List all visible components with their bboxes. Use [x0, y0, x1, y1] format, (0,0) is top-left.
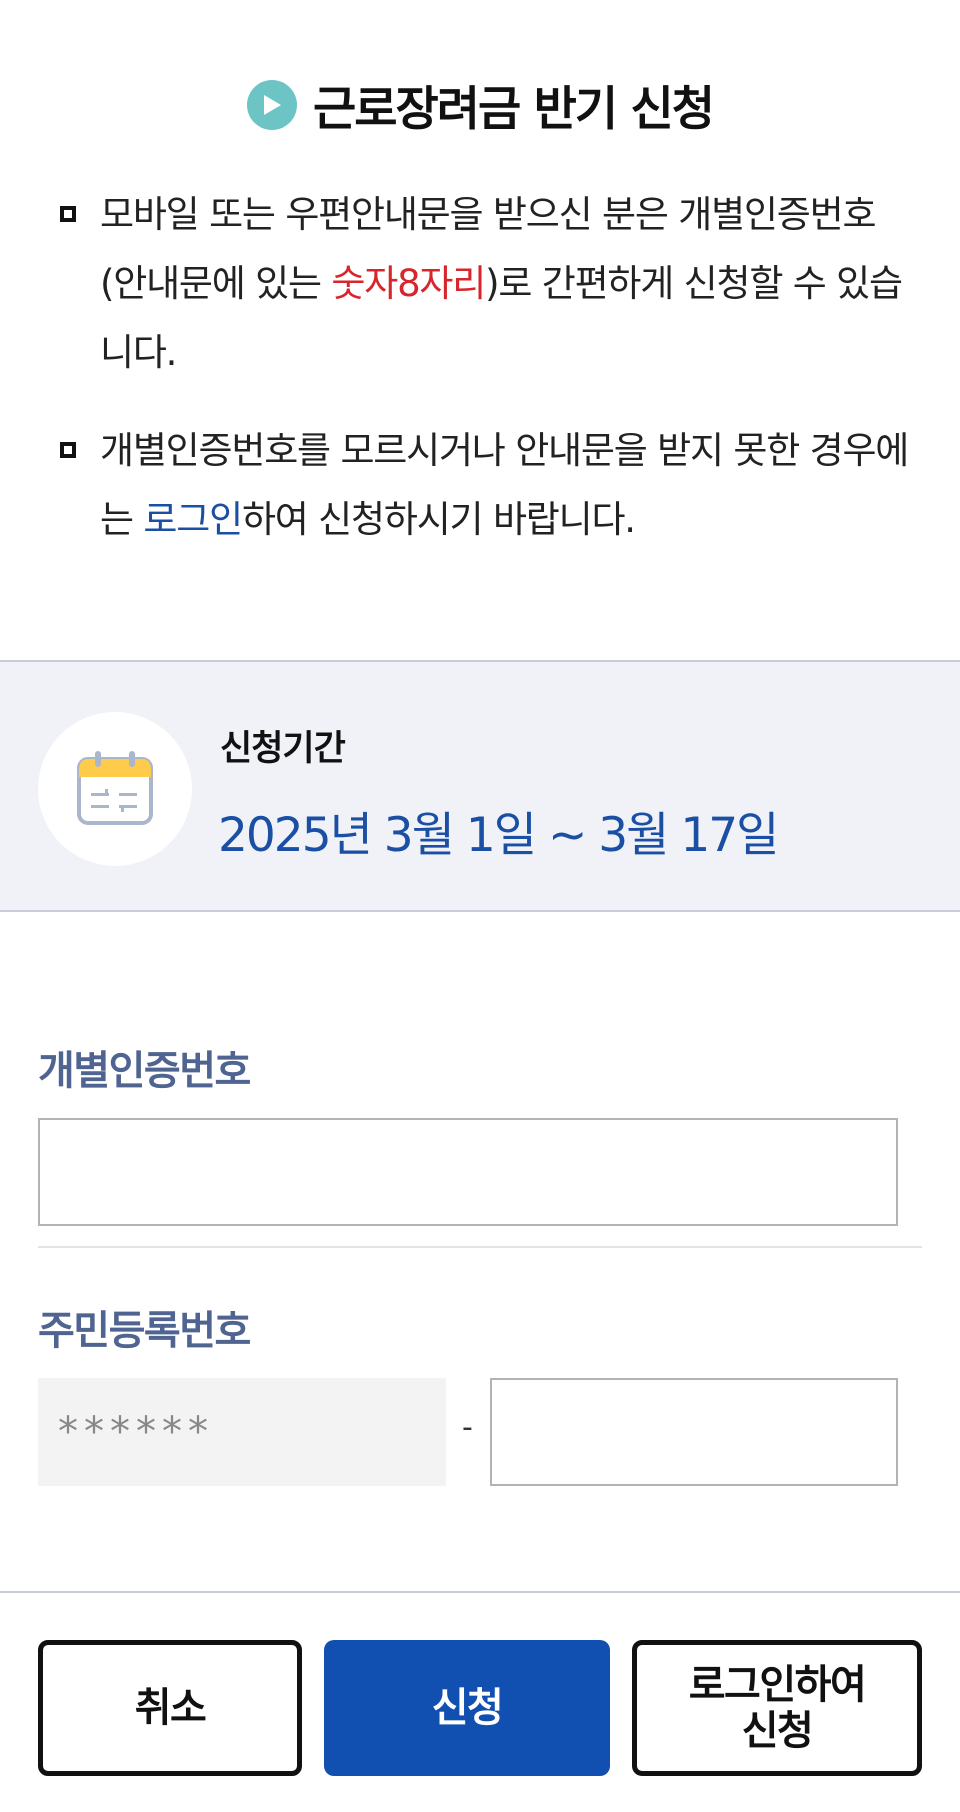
rrn-front-masked: ******: [38, 1378, 446, 1486]
apply-button[interactable]: 신청: [324, 1640, 610, 1776]
calendar-icon-circle: [38, 712, 192, 866]
auth-number-label: 개별인증번호: [38, 1048, 251, 1094]
notice-text: 모바일 또는 우편안내문을 받으신 분은 개별인증번호(안내문에 있는 숫자8자…: [100, 193, 903, 374]
rrn-label: 주민등록번호: [38, 1308, 251, 1354]
calendar-icon: [77, 751, 153, 825]
notice-item: 모바일 또는 우편안내문을 받으신 분은 개별인증번호(안내문에 있는 숫자8자…: [60, 180, 920, 387]
auth-number-input[interactable]: [38, 1118, 898, 1226]
play-circle-icon: [247, 79, 298, 130]
period-label: 신청기간: [220, 729, 346, 769]
square-bullet-icon: [60, 442, 76, 458]
notice-highlight: 숫자8자리: [331, 262, 486, 305]
notice-text: 개별인증번호를 모르시거나 안내문을 받지 못한 경우에는 로그인하여 신청하시…: [100, 429, 909, 541]
login-link[interactable]: 로그인: [143, 498, 243, 541]
login-apply-button[interactable]: 로그인하여 신청: [632, 1640, 922, 1776]
application-page: 근로장려금 반기 신청 모바일 또는 우편안내문을 받으신 분은 개별인증번호(…: [0, 0, 960, 1812]
divider: [38, 1246, 922, 1248]
login-apply-label: 로그인하여 신청: [688, 1662, 867, 1754]
notice-item: 개별인증번호를 모르시거나 안내문을 받지 못한 경우에는 로그인하여 신청하시…: [60, 416, 920, 554]
divider: [0, 1591, 960, 1593]
rrn-separator: -: [462, 1410, 473, 1445]
square-bullet-icon: [60, 206, 76, 222]
page-title: 근로장려금 반기 신청: [313, 82, 715, 137]
period-dates: 2025년 3월 1일 ~ 3월 17일: [218, 808, 779, 863]
cancel-button[interactable]: 취소: [38, 1640, 302, 1776]
rrn-back-input[interactable]: [490, 1378, 898, 1486]
page-header: 근로장려금 반기 신청: [0, 70, 960, 139]
application-period-panel: 신청기간 2025년 3월 1일 ~ 3월 17일: [0, 660, 960, 912]
